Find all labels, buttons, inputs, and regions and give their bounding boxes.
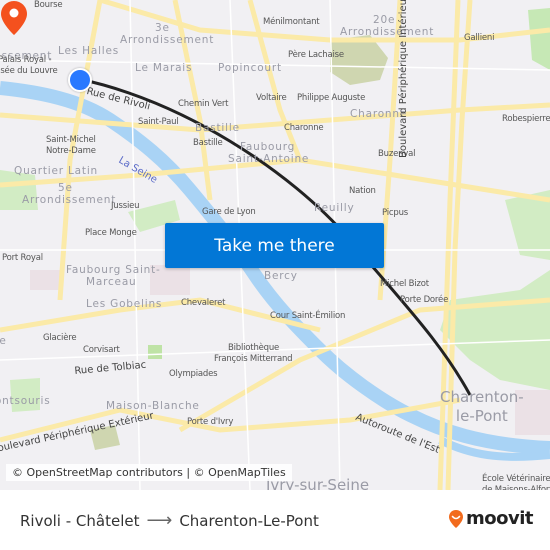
area-label: Arrondissement (22, 194, 117, 206)
area-label: Les Halles (58, 45, 120, 57)
area-label: Marceau (86, 276, 137, 288)
origin-name: Rivoli - Châtelet (20, 511, 140, 530)
destination-pin-icon[interactable] (0, 0, 28, 36)
area-label: 3e (155, 22, 170, 34)
area-label: Les Gobelins (86, 298, 163, 310)
origin-marker[interactable] (68, 68, 92, 92)
place-label: Nation (349, 186, 376, 196)
place-label: École Vétérinaire (482, 474, 550, 484)
area-label: Maison-Blanche (106, 400, 200, 412)
place-label: Olympiades (169, 369, 218, 379)
place-label: Port Royal (2, 253, 43, 263)
place-label: Saint-Michel (46, 135, 96, 145)
place-label: Picpus (382, 208, 408, 218)
place-label: Notre-Dame (46, 146, 96, 156)
place-label: Bastille (193, 138, 223, 148)
place-label: Corvisart (83, 345, 120, 355)
area-label: Reuilly (314, 202, 355, 214)
moovit-logo[interactable]: moovit (448, 508, 534, 529)
area-label: Arrondissement (340, 26, 435, 38)
place-label: Michel Bizot (380, 279, 429, 289)
place-label: Philippe Auguste (297, 93, 366, 103)
route-summary: Rivoli - Châtelet ⟶ Charenton-Le-Pont (20, 510, 319, 531)
city-label: Charenton- le-Pont (440, 388, 524, 425)
park-small (148, 345, 162, 359)
place-label: Bourse (34, 0, 63, 10)
place-label: Jussieu (111, 201, 140, 211)
place-label: Père Lachaise (288, 50, 344, 60)
area-label: Plaisance (0, 335, 7, 347)
place-label: Saint-Paul (138, 117, 179, 127)
area-label: Bastille (195, 122, 240, 134)
place-label: Porte d'Ivry (187, 417, 234, 427)
map-attribution[interactable]: © OpenStreetMap contributors | © OpenMap… (6, 464, 292, 481)
destination-name: Charenton-Le-Pont (179, 511, 319, 530)
map[interactable]: 3e Arrondissement Les Halles Le Marais Popin… (0, 0, 550, 490)
place-label: Glacière (43, 333, 77, 343)
park-gallieni (528, 8, 550, 70)
footer: Rivoli - Châtelet ⟶ Charenton-Le-Pont mo… (0, 490, 550, 550)
place-label: Cour Saint-Émilion (270, 311, 346, 321)
place-label: Buzenval (378, 149, 416, 159)
place-label: Robespierre (502, 114, 550, 124)
area-label: Faubourg (240, 141, 296, 153)
place-label: Palais Royal - (0, 55, 52, 65)
place-label: Place Monge (85, 228, 137, 238)
place-label: Ménilmontant (263, 17, 320, 27)
place-label: Chemin Vert (178, 99, 229, 109)
moovit-logo-text: moovit (466, 508, 534, 529)
place-label: Charonne (284, 123, 324, 133)
area-label: Montsouris (0, 395, 51, 407)
place-label: Musée du Louvre (0, 66, 58, 76)
place-label: Voltaire (256, 93, 287, 103)
area-label: Le Marais (135, 62, 193, 74)
place-label: François Mitterrand (214, 354, 293, 364)
place-label: Porte Dorée (400, 295, 449, 305)
moovit-pin-icon (449, 509, 463, 528)
area-label: Bercy (264, 270, 298, 282)
area-label: Quartier Latin (14, 165, 98, 177)
place-label: Chevaleret (181, 298, 226, 308)
area-hospital (30, 270, 60, 290)
take-me-there-button[interactable]: Take me there (165, 223, 384, 268)
area-label: 5e (58, 182, 73, 194)
place-label: Gallieni (464, 33, 495, 43)
place-label: Gare de Lyon (202, 207, 256, 217)
area-label: Saint-Antoine (228, 153, 310, 165)
area-label: Faubourg Saint- (66, 264, 161, 276)
arrow-right-icon: ⟶ (146, 510, 173, 531)
road-label: Boulevard Périphérique Intérieur (398, 0, 409, 158)
area-label: Popincourt (218, 62, 282, 74)
place-label: Bibliothèque (228, 343, 280, 353)
area-label: 20e (373, 14, 396, 26)
area-label: Arrondissement (120, 34, 215, 46)
